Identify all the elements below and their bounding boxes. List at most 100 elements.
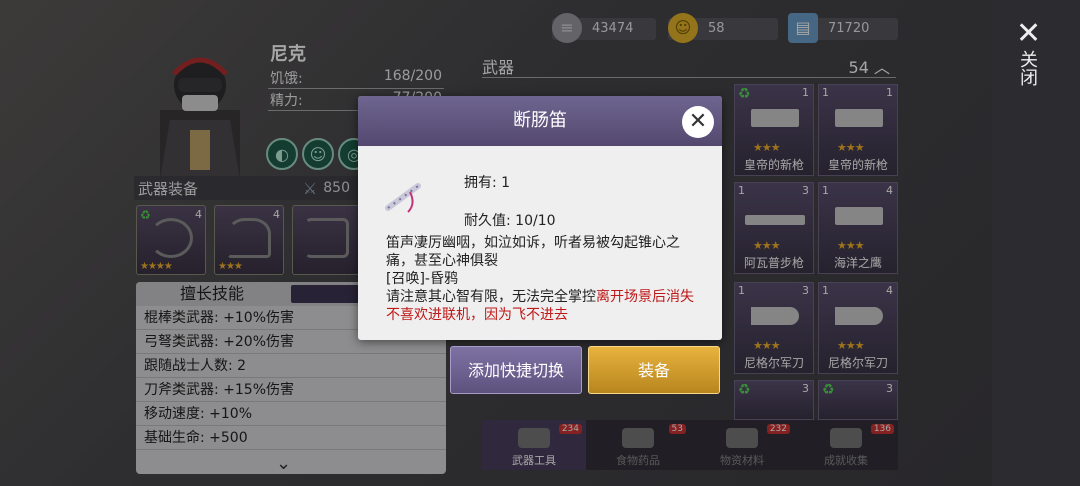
modal-close-icon[interactable]: ✕ (682, 106, 714, 138)
character-name: 尼克 (270, 44, 306, 65)
hunger-stat: 饥饿: 168/200 (268, 68, 444, 89)
power-value: 850 (323, 180, 350, 196)
currency-silver: ≡ 43474 (552, 13, 656, 43)
tab-materials[interactable]: 232 物资材料 (690, 420, 794, 470)
count-badge: 53 (668, 424, 686, 434)
weapon-name: 阿瓦普步枪 (743, 256, 804, 270)
gold-coin-icon: ☺ (668, 13, 698, 43)
coin-stack-icon: ≡ (552, 13, 582, 43)
equip-button[interactable]: 装备 (588, 346, 720, 394)
weapon-card[interactable]: ♻ 1 ★★★ 皇帝的新枪 (734, 84, 814, 176)
weapon-count: 1 (738, 184, 745, 197)
weapon-count: 1 (738, 284, 745, 297)
desc-line: 请注意其心智有限，无法完全掌控离开场景后消失 (386, 288, 696, 306)
close-label[interactable]: 关闭 (1016, 50, 1040, 86)
pistol-icon (751, 109, 799, 127)
weapon-stars: ★★★ (753, 339, 781, 352)
helmet-icon (227, 218, 271, 258)
weapon-level: 3 (886, 382, 893, 395)
weapon-card[interactable]: 1 4 ★★★ 海洋之鹰 (818, 182, 898, 274)
weapon-level: 1 (886, 86, 893, 99)
weapon-name: 海洋之鹰 (833, 256, 882, 270)
skill-row: 跟随战士人数: 2 (136, 354, 446, 378)
tools-icon (518, 428, 550, 448)
chevron-down-icon[interactable]: ⌄ (276, 453, 291, 474)
equip-title: 武器装备 (138, 179, 199, 198)
weapon-card[interactable]: 1 4 ★★★ 尼格尔军刀 (818, 282, 898, 374)
chevron-up-icon: ︿ (873, 58, 890, 77)
skill-row: 刀斧类武器: +15%伤害 (136, 378, 446, 402)
weapon-count: 1 (822, 86, 829, 99)
tab-weapons-tools[interactable]: 234 武器工具 (482, 420, 586, 470)
machete-icon (835, 307, 883, 325)
weapon-stars: ★★★ (837, 339, 865, 352)
count-badge: 136 (870, 424, 894, 434)
weapon-count: 1 (822, 184, 829, 197)
desc-line: [召唤]-昏鸦 (386, 271, 458, 287)
pistol-icon (835, 207, 883, 225)
equip-slots: ♻ 4 ★★★★ 4 ★★★ (136, 205, 362, 275)
weapon-level: 4 (886, 184, 893, 197)
flute-icon (380, 174, 430, 224)
tab-achievements[interactable]: 136 成就收集 (794, 420, 898, 470)
desc-warning: 不喜欢进联机，因为飞不进去 (386, 307, 568, 323)
close-icon[interactable]: ✕ (1016, 16, 1041, 51)
weapon-level: 3 (802, 284, 809, 297)
gold-value: 58 (708, 21, 725, 36)
tab-label: 物资材料 (720, 454, 764, 467)
weapon-level: 3 (802, 184, 809, 197)
weapon-card[interactable]: ♻ 3 (818, 380, 898, 420)
weapon-name: 尼格尔军刀 (743, 356, 804, 370)
weapon-card[interactable]: 1 3 ★★★ 尼格尔军刀 (734, 282, 814, 374)
weapons-count-value: 54 (848, 58, 869, 77)
item-description: 笛声凄厉幽咽，如泣如诉，听者易被勾起锥心之痛，甚至心神俱裂 [召唤]-昏鸦 请注… (386, 234, 696, 324)
tab-label: 食物药品 (616, 454, 660, 467)
desc-line: 笛声凄厉幽咽，如泣如诉，听者易被勾起锥心之痛，甚至心神俱裂 (386, 235, 680, 269)
skill-row: 移动速度: +10% (136, 402, 446, 426)
weapon-level: 4 (886, 284, 893, 297)
durability-label: 耐久值: (464, 213, 511, 229)
equip-slot-1[interactable]: ♻ 4 ★★★★ (136, 205, 206, 275)
add-shortcut-button[interactable]: 添加快捷切换 (450, 346, 582, 394)
weapon-card[interactable]: ♻ 3 (734, 380, 814, 420)
materials-icon (726, 428, 758, 448)
recycle-icon: ♻ (738, 382, 751, 398)
weapon-stars: ★★★ (837, 141, 865, 154)
recycle-icon: ♻ (822, 382, 835, 398)
character-portrait (130, 40, 270, 180)
weapon-name: 皇帝的新枪 (827, 158, 888, 172)
modal-title: 断肠笛 (513, 110, 567, 131)
crossbow-icon (149, 218, 193, 258)
equip-slot-2[interactable]: 4 ★★★ (214, 205, 284, 275)
stomach-icon[interactable]: ◐ (266, 138, 298, 170)
own-label: 拥有: (464, 175, 497, 191)
jacket-icon (305, 218, 349, 258)
ticket-value: 71720 (828, 21, 870, 36)
weapons-title: 武器 (482, 58, 515, 77)
tab-skills[interactable]: 擅长技能 (136, 282, 288, 306)
weapon-card[interactable]: 1 1 ★★★ 皇帝的新枪 (818, 84, 898, 176)
durability: 耐久值: 10/10 (464, 210, 556, 230)
weapon-level: 3 (802, 382, 809, 395)
hunger-label: 饥饿: (270, 71, 303, 87)
own-count: 拥有: 1 (464, 172, 510, 192)
weapon-stars: ★★★ (753, 239, 781, 252)
slot-stars: ★★★★ (140, 261, 173, 272)
count-badge: 234 (558, 424, 582, 434)
slot-level: 4 (195, 208, 202, 221)
modal-header: 断肠笛 ✕ (358, 96, 722, 146)
tab-food-medicine[interactable]: 53 食物药品 (586, 420, 690, 470)
weapon-stars: ★★★ (753, 141, 781, 154)
silver-value: 43474 (592, 21, 634, 36)
item-detail-modal: 断肠笛 ✕ 拥有: 1 耐久值: 10/10 笛声凄厉幽咽，如泣如诉，听者易被勾… (358, 96, 722, 340)
durability-value: 10/10 (515, 213, 556, 229)
weapon-count: 1 (822, 284, 829, 297)
ticket-icon: ▤ (788, 13, 818, 43)
weapon-card[interactable]: 1 3 ★★★ 阿瓦普步枪 (734, 182, 814, 274)
person-icon[interactable]: ☺ (302, 138, 334, 170)
recycle-icon: ♻ (140, 208, 151, 222)
equip-slot-3[interactable] (292, 205, 362, 275)
category-bar: 234 武器工具 53 食物药品 232 物资材料 136 成就收集 (482, 420, 898, 470)
trophy-icon (830, 428, 862, 448)
weapons-count[interactable]: 54 ︿ (849, 54, 890, 78)
